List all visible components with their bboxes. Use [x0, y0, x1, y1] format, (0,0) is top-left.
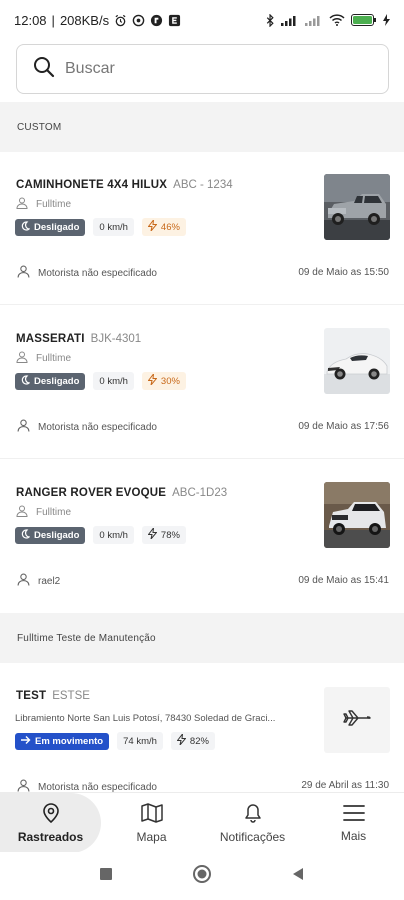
- battery-badge: 78%: [141, 526, 186, 544]
- signal-icon: [281, 14, 299, 26]
- driver-name: Motorista não especificado: [38, 421, 157, 433]
- vehicle-card[interactable]: TEST ESTSE Libramiento Norte San Luis Po…: [0, 663, 404, 793]
- status-badge: Em movimento: [15, 732, 110, 750]
- speed-badge: 0 km/h: [93, 218, 134, 236]
- charging-icon: [383, 14, 390, 26]
- bolt-icon: [176, 732, 187, 748]
- recents-button[interactable]: [99, 867, 113, 886]
- app-e-icon: [168, 14, 181, 27]
- search-input[interactable]: [65, 60, 345, 78]
- vehicle-placeholder: [324, 687, 390, 753]
- driver-icon: [17, 573, 30, 589]
- vehicle-group: Fulltime: [36, 199, 72, 210]
- vehicle-name: CAMINHONETE 4X4 HILUX: [16, 179, 168, 191]
- home-button[interactable]: [193, 864, 211, 888]
- wifi-icon: [329, 14, 345, 26]
- section-title: Fulltime Teste de Manutenção: [17, 632, 156, 644]
- group-user-icon: [16, 197, 28, 212]
- last-update-time: 09 de Maio as 17:56: [298, 421, 389, 432]
- driver-name: Motorista não especificado: [38, 267, 157, 279]
- airplane-icon: [343, 707, 371, 734]
- vehicle-name: MASSERATI: [16, 333, 85, 345]
- driver-name: Motorista não especificado: [38, 781, 157, 793]
- vehicle-address: Libramiento Norte San Luis Potosí, 78430…: [15, 713, 276, 724]
- speed-badge: 0 km/h: [93, 526, 134, 544]
- section-header: CUSTOM: [0, 102, 404, 152]
- group-user-icon: [16, 505, 28, 520]
- back-button[interactable]: [291, 867, 305, 886]
- battery-badge: 30%: [141, 372, 186, 390]
- status-badge: Desligado: [15, 218, 86, 236]
- battery-badge: 46%: [141, 218, 186, 236]
- vehicle-plate: ABC-1D23: [172, 487, 228, 499]
- battery-icon: [351, 14, 377, 26]
- speed-badge: 0 km/h: [93, 372, 134, 390]
- status-badge: Desligado: [15, 526, 86, 544]
- system-navigation-bar: [0, 852, 404, 900]
- moon-icon: [20, 374, 31, 388]
- status-bar: 12:08 | 208KB/s: [0, 0, 404, 40]
- vehicle-name: RANGER ROVER EVOQUE: [16, 487, 167, 499]
- status-speed: 208KB/s: [59, 12, 110, 28]
- moon-icon: [20, 528, 31, 542]
- battery-badge: 82%: [170, 732, 215, 750]
- last-update-time: 29 de Abril as 11:30: [301, 780, 389, 791]
- vehicle-name: TEST: [16, 690, 47, 702]
- whatsapp-icon: [132, 14, 145, 27]
- vehicle-plate: BJK-4301: [90, 333, 142, 345]
- menu-icon: [342, 804, 365, 825]
- bottom-navigation: Rastreados Mapa Notificações Mais: [0, 792, 404, 853]
- vehicle-group: Fulltime: [36, 353, 72, 364]
- driver-icon: [17, 265, 30, 281]
- arrow-right-icon: [20, 735, 31, 748]
- search-bar[interactable]: [16, 44, 389, 94]
- moon-icon: [20, 220, 31, 234]
- section-title: CUSTOM: [17, 121, 62, 133]
- vehicle-card[interactable]: MASSERATI BJK-4301 Fulltime Desligado 0 …: [0, 306, 404, 459]
- nav-mais[interactable]: Mais: [303, 793, 404, 853]
- vehicle-card[interactable]: CAMINHONETE 4X4 HILUX ABC - 1234 Fulltim…: [0, 152, 404, 305]
- bolt-icon: [147, 218, 158, 234]
- section-header: Fulltime Teste de Manutenção: [0, 613, 404, 663]
- pickup-truck-photo: [324, 174, 390, 240]
- driver-name: rael2: [38, 575, 61, 587]
- app-notification-icon: [150, 14, 163, 27]
- last-update-time: 09 de Maio as 15:50: [298, 267, 389, 278]
- alarm-icon: [114, 14, 127, 27]
- vehicle-group: Fulltime: [36, 507, 72, 518]
- nav-rastreados[interactable]: Rastreados: [0, 793, 101, 853]
- group-user-icon: [16, 351, 28, 366]
- map-icon: [140, 802, 163, 826]
- suv-photo: [324, 482, 390, 548]
- bolt-icon: [147, 372, 158, 388]
- bell-icon: [243, 803, 263, 826]
- vehicle-plate: ABC - 1234: [173, 179, 233, 191]
- nav-notificacoes[interactable]: Notificações: [202, 793, 303, 853]
- bluetooth-icon: [266, 13, 275, 27]
- vehicle-card[interactable]: RANGER ROVER EVOQUE ABC-1D23 Fulltime De…: [0, 460, 404, 613]
- last-update-time: 09 de Maio as 15:41: [298, 575, 389, 586]
- driver-icon: [17, 419, 30, 435]
- speed-badge: 74 km/h: [117, 732, 163, 750]
- status-time: 12:08: [14, 12, 47, 28]
- nav-mapa[interactable]: Mapa: [101, 793, 202, 853]
- sports-car-photo: [324, 328, 390, 394]
- location-pin-icon: [42, 802, 60, 826]
- search-icon: [33, 56, 55, 83]
- vehicle-plate: ESTSE: [52, 690, 90, 702]
- status-badge: Desligado: [15, 372, 86, 390]
- signal-2-icon: [305, 14, 323, 26]
- bolt-icon: [147, 526, 158, 542]
